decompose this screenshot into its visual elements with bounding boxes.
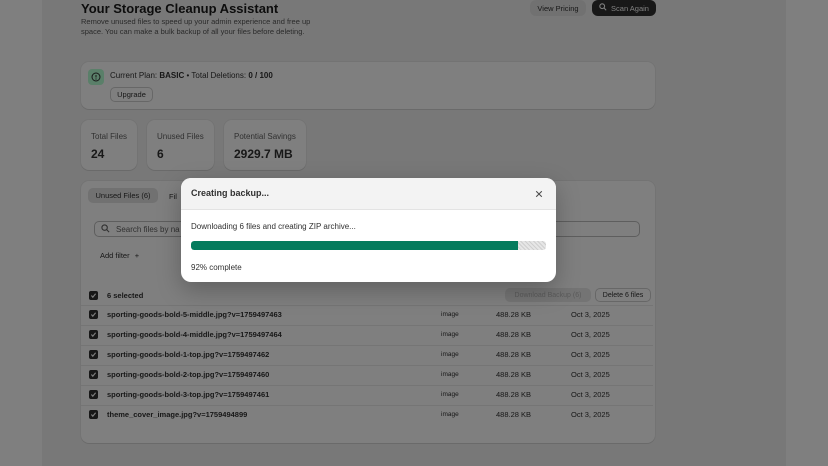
progress-fill (191, 241, 518, 250)
progress-label: 92% complete (191, 263, 242, 272)
progress-bar (191, 241, 546, 250)
modal-message: Downloading 6 files and creating ZIP arc… (191, 222, 356, 231)
close-icon[interactable] (532, 187, 546, 201)
modal-title: Creating backup... (191, 188, 270, 198)
modal-header: Creating backup... (181, 178, 556, 210)
backup-modal: Creating backup... Downloading 6 files a… (181, 178, 556, 282)
